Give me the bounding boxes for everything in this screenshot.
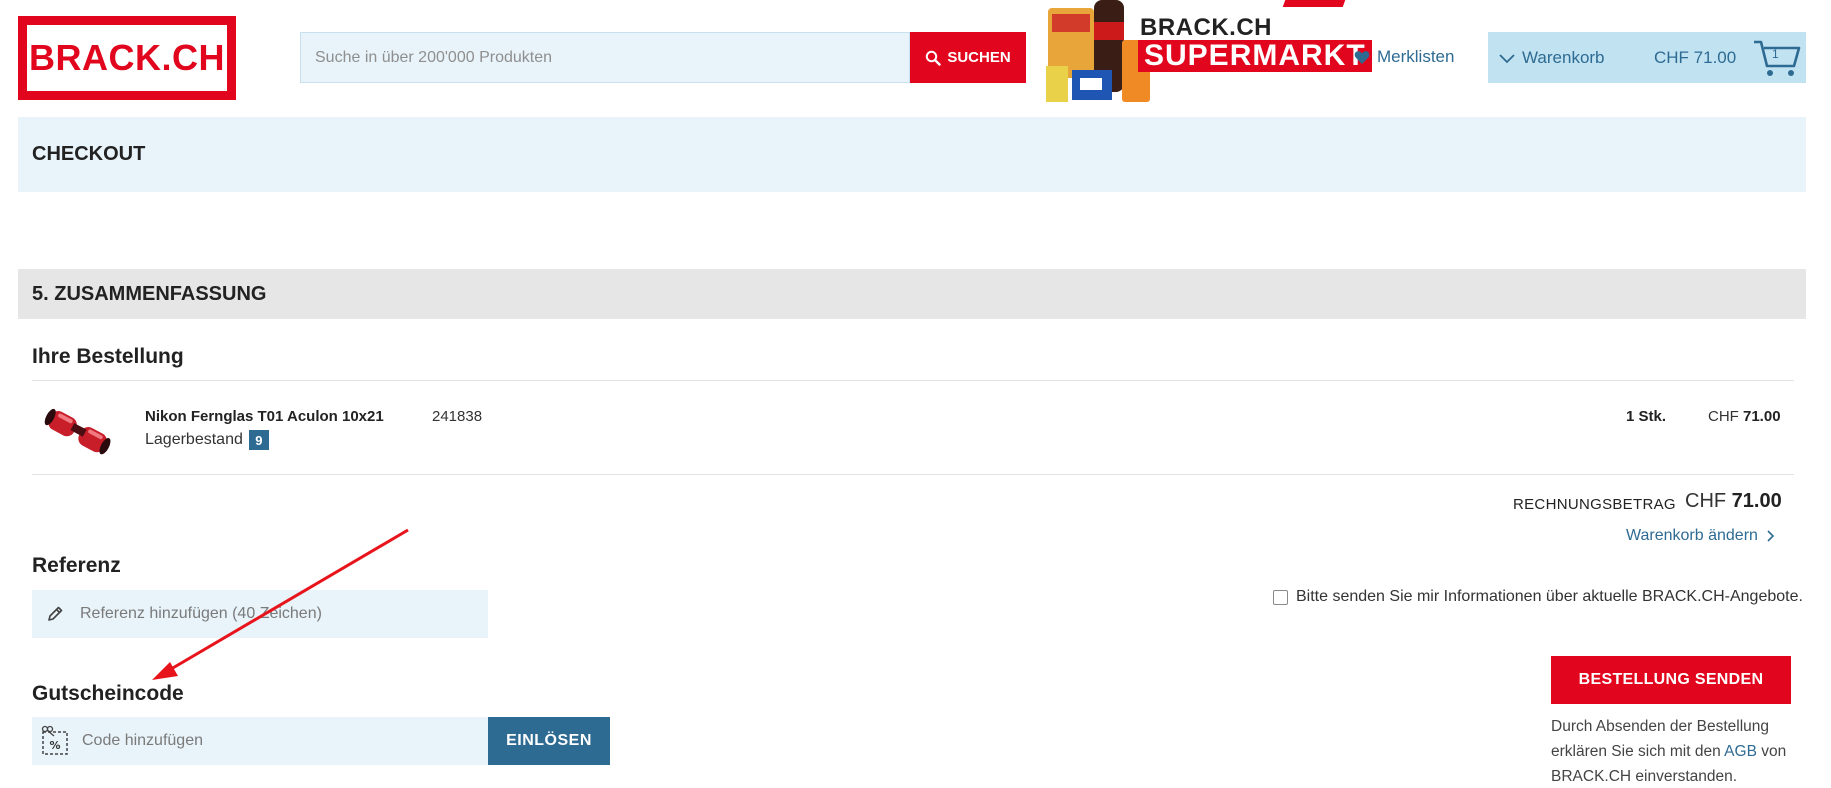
cart-count: 1 [1772,47,1779,61]
checkout-header: CHECKOUT [18,117,1806,192]
reference-input[interactable]: Referenz hinzufügen (40 Zeichen) [32,590,488,638]
divider [32,474,1794,475]
voucher-input[interactable]: % Code hinzufügen [32,717,488,765]
reference-heading: Referenz [32,554,121,577]
redeem-button[interactable]: EINLÖSEN [488,717,610,765]
price-currency: CHF [1708,408,1739,425]
newsletter-label: Bitte senden Sie mir Informationen über … [1296,588,1803,605]
promo-title: SUPERMARKT [1138,40,1372,72]
page-title: CHECKOUT [32,143,146,165]
cart-total: CHF 71.00 [1654,47,1737,67]
brack-logo[interactable]: BRACK.CH [18,16,236,100]
voucher-heading: Gutscheincode [32,682,184,705]
product-image[interactable] [40,404,116,462]
reference-placeholder: Referenz hinzufügen (40 Zeichen) [80,605,322,622]
cart-label: Warenkorb [1522,47,1605,67]
step-title: 5. ZUSAMMENFASSUNG [32,282,267,305]
total-amount: CHF 71.00 [1685,490,1782,513]
newsletter-checkbox[interactable] [1273,589,1288,605]
supermarkt-promo-banner[interactable]: BRACK.CH SUPERMARKT [1042,0,1372,108]
edit-cart-label: Warenkorb ändern [1626,527,1758,544]
voucher-placeholder: Code hinzufügen [82,732,203,749]
order-heading: Ihre Bestellung [32,345,184,368]
search-icon [926,50,942,66]
price-value: 71.00 [1743,408,1781,425]
article-number: 241838 [432,408,483,425]
chevron-down-icon [1499,53,1515,63]
total-value: 71.00 [1731,490,1782,512]
search-button-label: SUCHEN [947,49,1011,66]
legal-notice: Durch Absenden der Bestellung erklären S… [1551,714,1801,788]
step-header: 5. ZUSAMMENFASSUNG [18,269,1806,319]
total-currency: CHF [1685,490,1727,512]
submit-order-button[interactable]: BESTELLUNG SENDEN [1551,656,1791,704]
stock-label: Lagerbestand [145,431,243,448]
edit-cart-link[interactable]: Warenkorb ändern [1626,527,1774,545]
heart-icon [1354,50,1370,64]
agb-link[interactable]: AGB [1724,743,1757,760]
search-input[interactable]: Suche in über 200'000 Produkten [300,32,910,83]
promo-stripe [1282,0,1346,7]
total-label: RECHNUNGSBETRAG [1513,496,1676,513]
promo-brand: BRACK.CH [1140,14,1272,41]
search-button[interactable]: SUCHEN [910,32,1026,83]
cart-widget[interactable]: Warenkorb CHF 71.00 1 [1488,32,1806,83]
newsletter-optin[interactable]: Bitte senden Sie mir Informationen über … [1273,588,1803,606]
cart-toggle[interactable]: Warenkorb [1498,32,1605,83]
stock-badge: 9 [248,430,269,450]
divider [32,380,1794,381]
voucher-icon: % [41,725,68,755]
product-quantity: 1 Stk. [1626,408,1667,425]
chevron-right-icon [1767,530,1774,542]
wishlist-label: Merklisten [1377,47,1455,66]
product-name[interactable]: Nikon Fernglas T01 Aculon 10x21 [145,408,384,425]
pencil-icon [48,606,63,621]
svg-text:%: % [49,739,60,752]
wishlist-link[interactable]: Merklisten [1354,40,1454,74]
product-stock: Lagerbestand 9 [145,430,269,450]
product-price: CHF 71.00 [1708,408,1781,425]
logo-text: BRACK.CH [29,37,225,78]
search-placeholder: Suche in über 200'000 Produkten [315,48,553,66]
